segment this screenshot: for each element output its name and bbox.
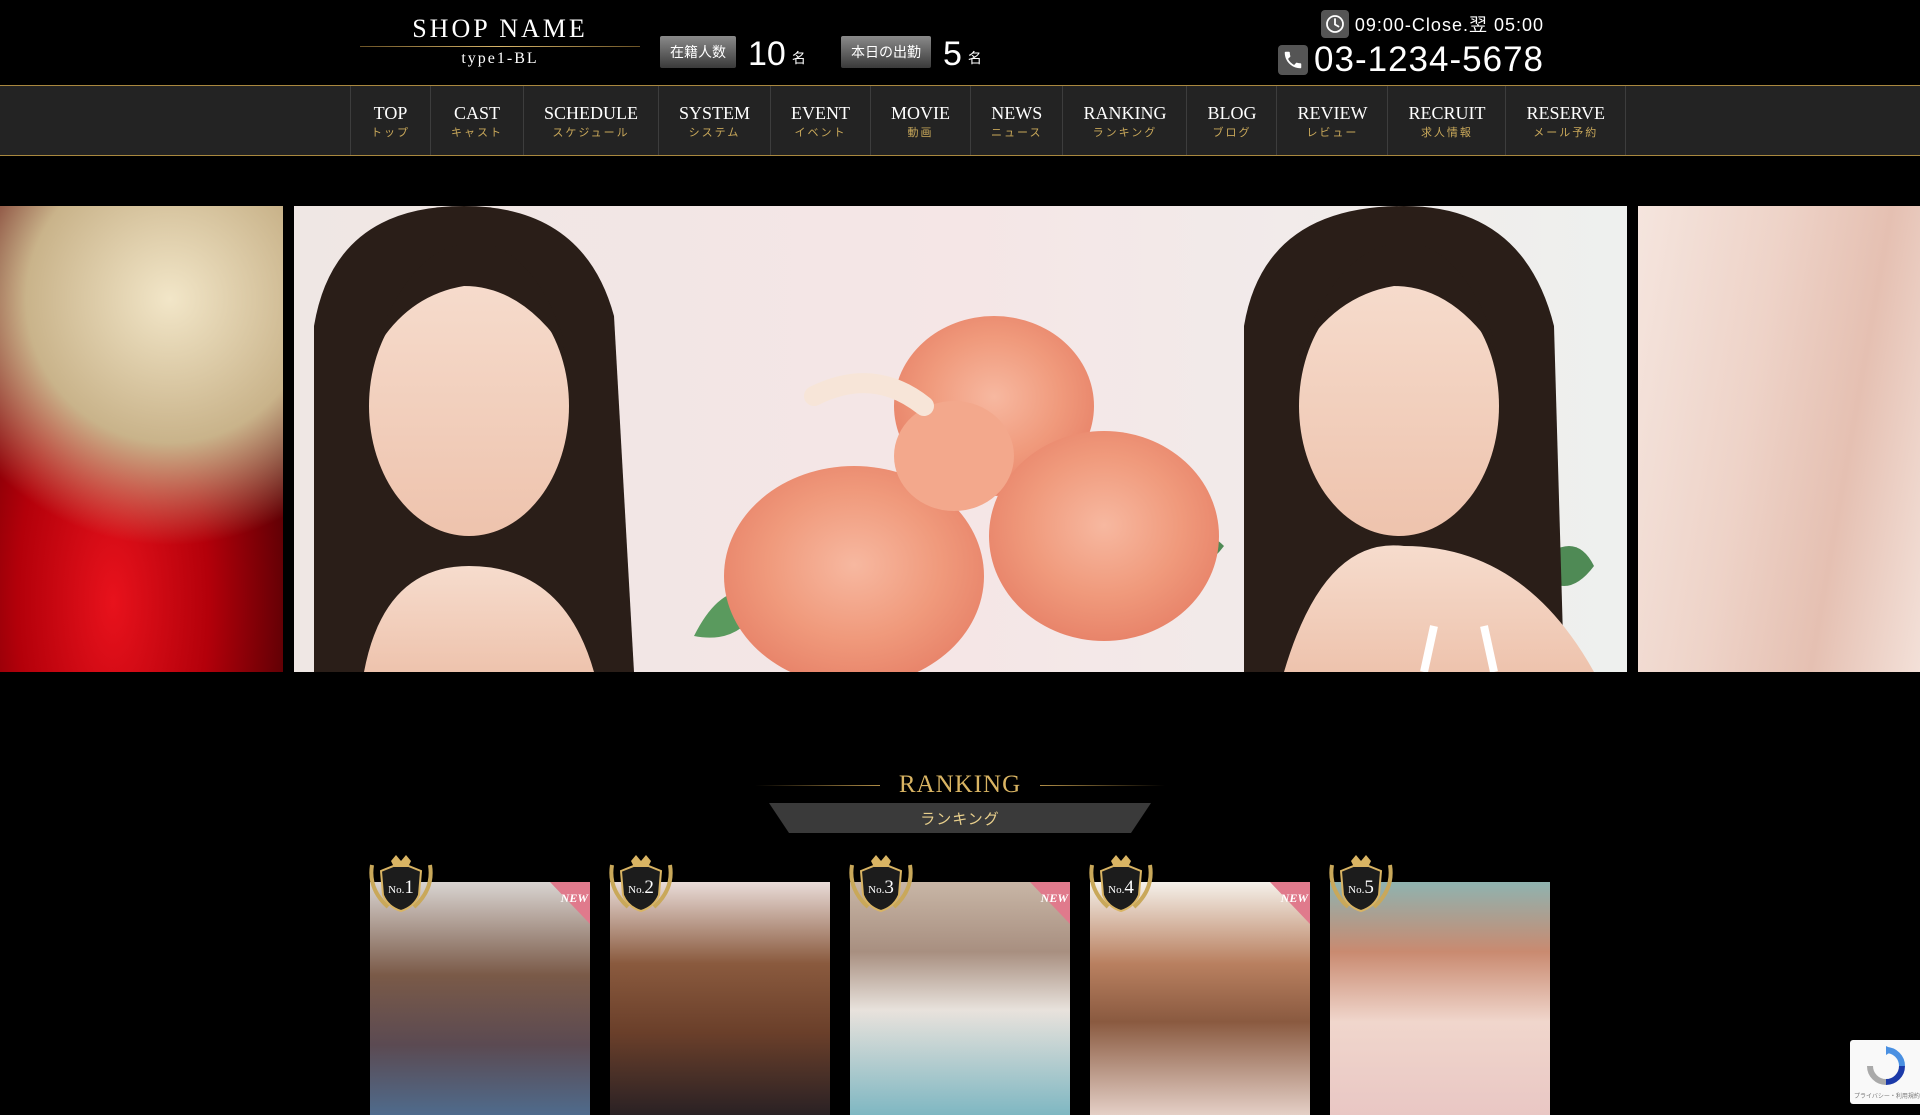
nav-label-en: BLOG: [1207, 102, 1257, 123]
shop-name: SHOP NAME: [412, 14, 588, 43]
nav-item-blog[interactable]: BLOG ブログ: [1187, 86, 1278, 155]
nav-label-en: CAST: [453, 102, 500, 123]
rank-label: No.5: [1326, 877, 1396, 899]
ranking-card[interactable]: NEW: [370, 882, 590, 1115]
ranking-list: NEW No.1 No.2 NEW No.3 NEW No.4 No.5: [369, 855, 1550, 1115]
nav-label-en: RANKING: [1083, 102, 1167, 123]
stat-today-value: 5: [943, 35, 962, 73]
cast-photo: [1330, 882, 1550, 1115]
rank-medal-icon: No.5: [1326, 855, 1396, 915]
slide-main-image[interactable]: [294, 206, 1627, 672]
nav-item-recruit[interactable]: RECRUIT 求人情報: [1388, 86, 1507, 155]
slide-next-image[interactable]: [1638, 206, 1920, 672]
nav-label-ja: システム: [688, 126, 741, 139]
nav-label-ja: トップ: [371, 126, 410, 139]
phone-icon: [1278, 45, 1309, 75]
rank-label: No.1: [366, 877, 436, 899]
recaptcha-text: プライバシー・利用規約: [1854, 1094, 1920, 1100]
stat-registered-unit: 名: [791, 50, 806, 66]
site-header: SHOP NAME type1-BL 在籍人数 10 名 本日の出勤 5 名 0…: [0, 0, 1920, 86]
nav-label-en: REVIEW: [1297, 102, 1368, 123]
new-badge: NEW: [1040, 891, 1068, 905]
nav-label-ja: イベント: [794, 126, 847, 139]
rank-prefix: No.: [1348, 884, 1365, 896]
nav-item-ranking[interactable]: RANKING ランキング: [1063, 86, 1188, 155]
rank-number: 1: [404, 877, 414, 898]
nav-item-movie[interactable]: MOVIE 動画: [871, 86, 971, 155]
rank-medal-icon: No.3: [846, 855, 916, 915]
shop-type: type1-BL: [461, 50, 539, 67]
ranking-card[interactable]: [1330, 882, 1550, 1115]
stat-today: 本日の出勤 5 名: [841, 30, 982, 74]
shop-logo[interactable]: SHOP NAME type1-BL: [360, 14, 640, 68]
hours-text: 09:00-Close.翌 05:00: [1354, 15, 1544, 35]
nav-label-en: RECRUIT: [1408, 102, 1486, 123]
stat-today-unit: 名: [967, 50, 982, 66]
nav-label-ja: 求人情報: [1420, 126, 1473, 139]
nav-label-ja: スケジュール: [552, 126, 630, 139]
nav-label-en: MOVIE: [891, 102, 950, 123]
rank-prefix: No.: [388, 884, 405, 896]
nav-item-schedule[interactable]: SCHEDULE スケジュール: [524, 86, 659, 155]
nav-label-ja: 動画: [907, 126, 934, 139]
phone-number: 03-1234-5678: [1314, 40, 1544, 79]
new-badge: NEW: [1280, 891, 1308, 905]
nav-label-ja: キャスト: [451, 126, 503, 139]
nav-label-en: NEWS: [991, 102, 1043, 123]
nav-item-system[interactable]: SYSTEM システム: [659, 86, 772, 155]
nav-label-ja: ランキング: [1092, 126, 1158, 139]
new-badge: NEW: [560, 891, 588, 905]
nav-item-review[interactable]: REVIEW レビュー: [1277, 86, 1389, 155]
ranking-section-heading: RANKING ランキング: [755, 770, 1165, 834]
rank-label: No.4: [1086, 877, 1156, 899]
hero-slider[interactable]: [0, 206, 1920, 672]
nav-label-en: TOP: [373, 102, 408, 123]
cast-photo: [610, 882, 830, 1115]
nav-label-en: RESERVE: [1526, 102, 1606, 123]
rank-label: No.3: [846, 877, 916, 899]
stat-registered-value: 10: [748, 35, 786, 73]
clock-icon: [1320, 10, 1349, 38]
nav-item-reserve[interactable]: RESERVE メール予約: [1506, 86, 1627, 155]
stat-registered: 在籍人数 10 名: [660, 30, 806, 74]
rank-label: No.2: [606, 877, 676, 899]
nav-label-ja: レビュー: [1306, 126, 1359, 139]
slide-prev-image[interactable]: [0, 206, 283, 672]
rank-prefix: No.: [1108, 884, 1125, 896]
ranking-card[interactable]: NEW: [850, 882, 1070, 1115]
stat-registered-label: 在籍人数: [660, 36, 736, 68]
rank-medal-icon: No.1: [366, 855, 436, 915]
rank-medal-icon: No.4: [1086, 855, 1156, 915]
nav-label-en: EVENT: [791, 102, 850, 123]
nav-label-ja: ブログ: [1212, 126, 1252, 139]
business-hours: 09:00-Close.翌 05:00: [1320, 10, 1544, 38]
ranking-card[interactable]: [610, 882, 830, 1115]
nav-list: TOP トップ CAST キャスト SCHEDULE スケジュール SYSTEM…: [350, 86, 1627, 155]
rank-number: 2: [644, 877, 654, 898]
logo-divider: [360, 46, 640, 47]
ranking-card[interactable]: NEW: [1090, 882, 1310, 1115]
nav-label-en: SCHEDULE: [544, 102, 638, 123]
nav-item-news[interactable]: NEWS ニュース: [971, 86, 1064, 155]
nav-label-en: SYSTEM: [679, 102, 751, 123]
rank-prefix: No.: [868, 884, 885, 896]
stat-today-label: 本日の出勤: [841, 36, 931, 68]
ranking-title-ja: ランキング: [920, 811, 1000, 828]
rank-number: 5: [1364, 877, 1374, 898]
rank-medal-icon: No.2: [606, 855, 676, 915]
nav-label-ja: メール予約: [1533, 126, 1599, 139]
rank-number: 3: [884, 877, 894, 898]
nav-label-ja: ニュース: [991, 126, 1043, 139]
rank-number: 4: [1124, 877, 1134, 898]
recaptcha-icon: [1867, 1046, 1905, 1085]
nav-item-top[interactable]: TOP トップ: [351, 86, 431, 155]
hero-illustration: [294, 206, 1627, 672]
nav-item-cast[interactable]: CAST キャスト: [431, 86, 524, 155]
main-nav: TOP トップ CAST キャスト SCHEDULE スケジュール SYSTEM…: [0, 85, 1920, 156]
ranking-title-en: RANKING: [898, 771, 1022, 798]
nav-item-event[interactable]: EVENT イベント: [771, 86, 871, 155]
recaptcha-badge[interactable]: プライバシー・利用規約: [1850, 1040, 1920, 1104]
phone-link[interactable]: 03-1234-5678: [1278, 40, 1544, 80]
rank-prefix: No.: [628, 884, 645, 896]
